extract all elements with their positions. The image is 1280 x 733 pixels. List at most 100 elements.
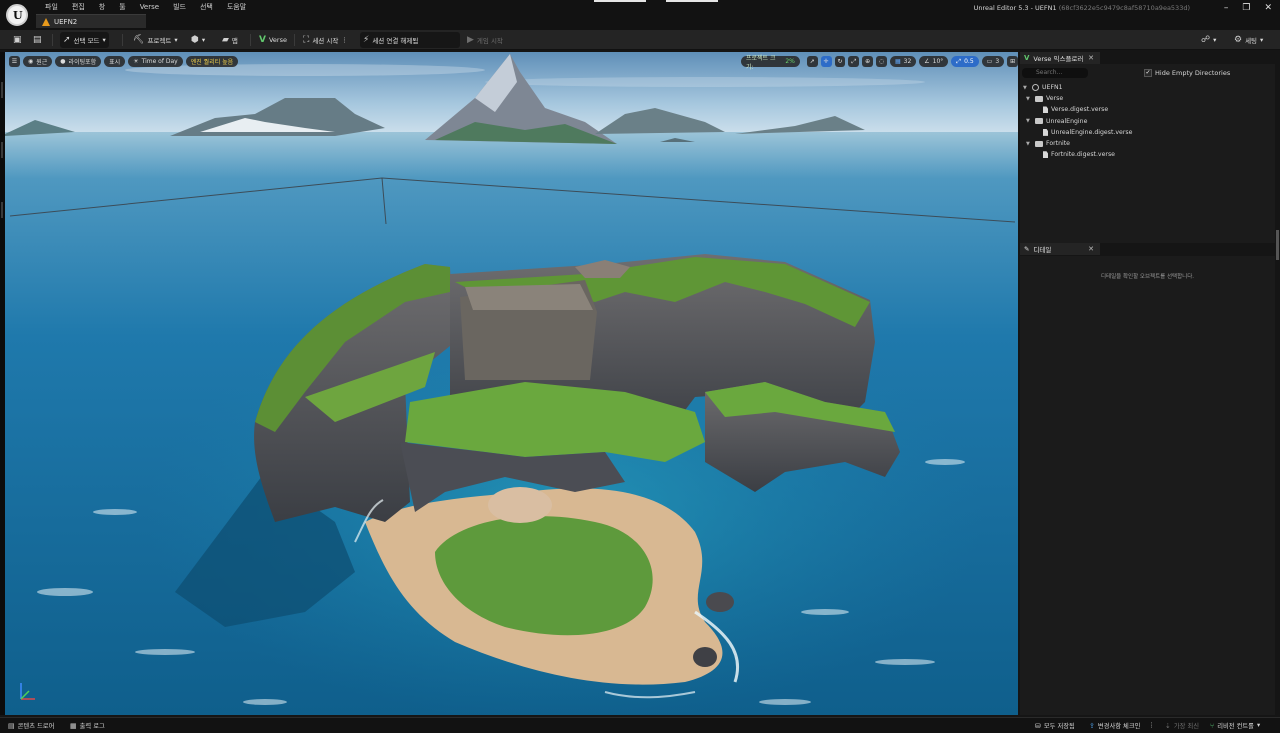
expand-triangle-icon[interactable]: ▼	[1026, 96, 1032, 102]
settings-button[interactable]: ⚙ 세팅 ▾	[1231, 32, 1266, 48]
verse-explorer-tree: ▼ UEFN1 ▼ Verse Verse.digest.verse ▼ Unr…	[1020, 82, 1275, 160]
project-size-value: 2%	[785, 58, 795, 65]
check-in-changes-button[interactable]: ⇪ 변경사항 체크인 ⋮	[1089, 721, 1155, 731]
perspective-button[interactable]: ◉ 원근	[23, 56, 53, 67]
mode-select-button[interactable]: ➚ 선택 모드 ▾	[60, 32, 109, 48]
close-tab-icon[interactable]: ✕	[1088, 54, 1094, 62]
panel-scrollbar[interactable]	[1276, 230, 1279, 260]
restore-button[interactable]: ❐	[1242, 3, 1250, 13]
add-content-button[interactable]: ⬢ ▾	[188, 32, 208, 48]
maximize-viewport-icon[interactable]: ⊞	[1007, 56, 1018, 67]
more-options-icon[interactable]: ⋮	[1148, 722, 1154, 729]
drawer-icon: ▤	[8, 721, 15, 730]
camera-speed-button[interactable]: ▭ 3	[981, 56, 1005, 67]
browse-button[interactable]: ▤	[30, 32, 45, 48]
time-of-day-button[interactable]: ☀ Time of Day	[128, 56, 183, 67]
output-log-button[interactable]: ▦ 출력 로그	[70, 721, 105, 731]
perspective-label: 원근	[36, 59, 48, 66]
content-drawer-button[interactable]: ▤ 콘텐츠 드로어	[8, 721, 54, 731]
scale-snap-button[interactable]: ⤢ 0.5	[951, 56, 979, 67]
start-game-button[interactable]: ▶ 게임 시작	[464, 32, 506, 48]
details-tab[interactable]: ✎ 디테일 ✕	[1020, 243, 1100, 255]
island-scene[interactable]	[5, 52, 1018, 715]
verse-explorer-tab[interactable]: V Verse 익스플로러 ✕	[1020, 52, 1100, 64]
project-size-indicator[interactable]: 프로젝트 크기: 2%	[741, 55, 800, 71]
unreal-logo-icon[interactable]: U	[6, 4, 28, 26]
more-options-icon[interactable]: ⋮	[341, 36, 348, 44]
verse-explorer-search-row: ⌕ ✓ Hide Empty Directories	[1022, 67, 1273, 79]
expand-triangle-icon[interactable]: ▼	[1026, 118, 1032, 124]
surface-snap-icon[interactable]: ◌	[876, 56, 887, 67]
document-tab[interactable]: UEFN2	[36, 14, 146, 28]
verse-explorer-search-input[interactable]	[1022, 68, 1088, 78]
upload-icon: ⇪	[1089, 721, 1095, 730]
move-tool-icon[interactable]: ✛	[820, 56, 832, 67]
save-button[interactable]: ▣	[10, 32, 25, 48]
angle-icon: ∠	[924, 58, 930, 65]
menu-build[interactable]: 빌드	[166, 2, 193, 12]
chevron-down-icon: ▾	[1260, 36, 1264, 44]
verse-button[interactable]: V Verse	[256, 32, 290, 48]
verse-icon: V	[259, 35, 266, 45]
hide-empty-checkbox[interactable]: ✓	[1144, 69, 1152, 77]
menu-window[interactable]: 창	[92, 2, 112, 12]
tree-item-verse-digest[interactable]: Verse.digest.verse	[1020, 104, 1275, 115]
tree-item-unrealengine-digest[interactable]: UnrealEngine.digest.verse	[1020, 127, 1275, 138]
play-icon: ▶	[467, 35, 474, 45]
expand-triangle-icon[interactable]: ▼	[1026, 141, 1032, 147]
launch-session-button[interactable]: ⛶ 세션 시작 ⋮	[300, 32, 351, 48]
save-icon: ▣	[13, 35, 22, 45]
tree-item-verse[interactable]: ▼ Verse	[1020, 93, 1275, 104]
menu-tools[interactable]: 툴	[112, 2, 132, 12]
lit-mode-button[interactable]: ● 라이팅포함	[55, 56, 102, 67]
expand-triangle-icon[interactable]: ▼	[1023, 85, 1029, 91]
menu-help[interactable]: 도움말	[220, 2, 253, 12]
select-tool-icon[interactable]: ➚	[806, 56, 818, 67]
tree-item-uefn1[interactable]: ▼ UEFN1	[1020, 82, 1275, 93]
close-tab-icon[interactable]: ✕	[1088, 245, 1094, 253]
tree-item-fortnite-digest[interactable]: Fortnite.digest.verse	[1020, 149, 1275, 160]
grid-snap-button[interactable]: ▦ 32	[889, 56, 917, 67]
chevron-down-icon: ▾	[1256, 722, 1261, 729]
tree-item-label: Verse	[1046, 95, 1064, 103]
level-viewport[interactable]: ☰ ◉ 원근 ● 라이팅포함 표시 ☀ Time of Day 엔진 퀄리티 높음 프…	[5, 52, 1018, 715]
axis-gizmo-icon	[20, 683, 35, 700]
mode-select-label: 선택 모드	[73, 37, 100, 45]
project-size-label: 프로젝트 크기:	[746, 54, 776, 71]
engine-quality-button[interactable]: 엔진 퀄리티 높음	[185, 56, 239, 67]
rotation-snap-button[interactable]: ∠ 10°	[919, 56, 949, 67]
settings-label: 세팅	[1245, 37, 1258, 45]
project-icon: ⛏	[133, 35, 145, 45]
save-all-button[interactable]: ⛁ 모두 저장됨	[1035, 721, 1075, 731]
verse-label: Verse	[268, 36, 287, 44]
people-icon: ☍	[1201, 35, 1211, 45]
title-bar: U 파일 편집 창 툴 Verse 빌드 선택 도움말 UEFN2 Unreal…	[0, 0, 1280, 30]
chevron-down-icon: ▾	[201, 36, 206, 44]
menu-verse[interactable]: Verse	[133, 2, 166, 12]
folder-icon	[1035, 118, 1043, 125]
save-status-icon: ⛁	[1035, 721, 1041, 730]
tree-item-fortnite[interactable]: ▼ Fortnite	[1020, 138, 1275, 149]
revision-control-button[interactable]: ⑂ 리비전 컨트롤 ▾	[1210, 721, 1261, 731]
menu-edit[interactable]: 편집	[65, 2, 92, 12]
show-button[interactable]: 표시	[104, 56, 126, 67]
tree-item-unrealengine[interactable]: ▼ UnrealEngine	[1020, 116, 1275, 127]
collaboration-button[interactable]: ☍ ▾	[1198, 32, 1219, 48]
map-button[interactable]: ▰ 맵	[219, 32, 241, 48]
menu-file[interactable]: 파일	[38, 2, 65, 12]
session-icon: ⛶	[303, 35, 310, 45]
details-tab-label: 디테일	[1033, 246, 1052, 254]
close-button[interactable]: ✕	[1264, 3, 1272, 13]
project-button[interactable]: ⛏ 프로젝트 ▾	[130, 32, 181, 48]
scale-snap-value: 0.5	[964, 58, 974, 65]
main-toolbar: ▣ ▤ ➚ 선택 모드 ▾ ⛏ 프로젝트 ▾ ⬢ ▾ ▰ 맵 V Verse ⛶…	[0, 30, 1280, 50]
minimize-button[interactable]: –	[1224, 3, 1229, 13]
hamburger-menu-icon[interactable]: ☰	[9, 56, 20, 67]
menu-select[interactable]: 선택	[193, 2, 220, 12]
rotate-tool-icon[interactable]: ↻	[834, 56, 846, 67]
sync-latest-button[interactable]: ⇣ 가장 최신	[1165, 721, 1199, 731]
viewport-right-controls: 프로젝트 크기: 2% ➚ ✛ ↻ ⤢ ⊕ ◌ ▦ 32 ∠ 10° ⤢ 0.5 ▭ 3 …	[741, 55, 1018, 71]
scale-tool-icon[interactable]: ⤢	[848, 56, 860, 67]
world-space-icon[interactable]: ⊕	[862, 56, 874, 67]
revision-control-icon: ⑂	[1210, 721, 1215, 730]
